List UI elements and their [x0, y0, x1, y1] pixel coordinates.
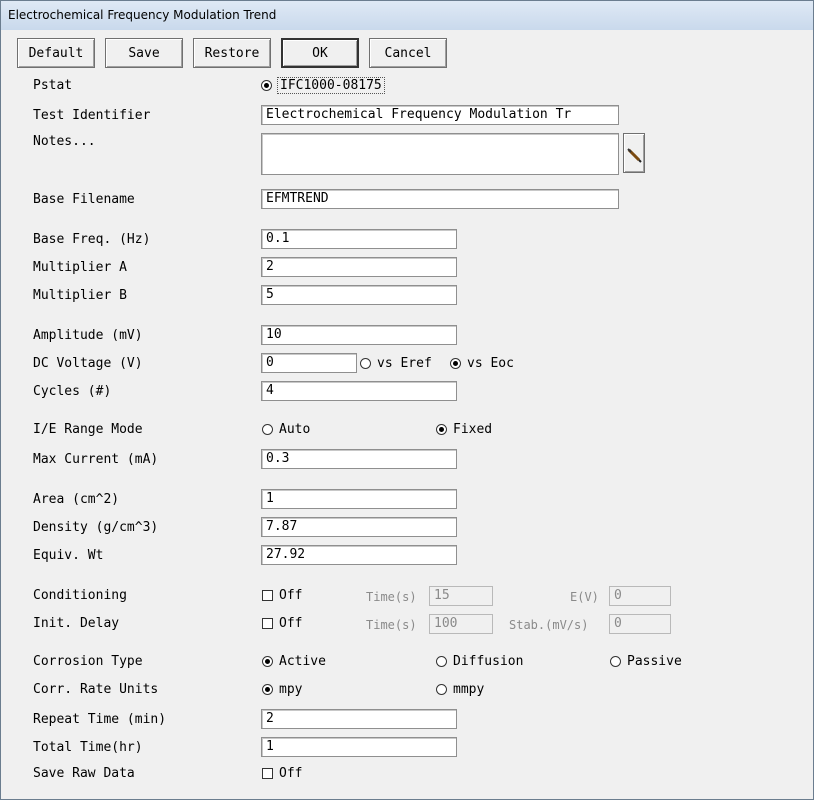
dialog-window: Electrochemical Frequency Modulation Tre… [0, 0, 814, 800]
fixed-label[interactable]: Fixed [453, 422, 492, 437]
base-freq-input[interactable]: 0.1 [261, 229, 457, 249]
dc-voltage-label: DC Voltage (V) [33, 356, 143, 371]
mpy-radio[interactable] [262, 684, 273, 695]
conditioning-e-input[interactable]: 0 [609, 586, 671, 606]
density-label: Density (g/cm^3) [33, 520, 159, 535]
multiplier-a-input[interactable]: 2 [261, 257, 457, 277]
total-time-label: Total Time(hr) [33, 740, 143, 755]
pstat-value[interactable]: IFC1000-08175 [277, 77, 385, 94]
amplitude-input[interactable]: 10 [261, 325, 457, 345]
vs-eoc-radio[interactable] [450, 358, 461, 369]
title-bar[interactable]: Electrochemical Frequency Modulation Tre… [1, 1, 813, 30]
init-delay-stab-input[interactable]: 0 [609, 614, 671, 634]
mpy-label[interactable]: mpy [279, 682, 302, 697]
conditioning-label: Conditioning [33, 588, 127, 603]
ok-button-label: OK [312, 45, 328, 61]
init-delay-checkbox[interactable] [262, 618, 273, 629]
init-delay-time-input[interactable]: 100 [429, 614, 493, 634]
multiplier-a-label: Multiplier A [33, 260, 127, 275]
conditioning-checkbox[interactable] [262, 590, 273, 601]
repeat-time-label: Repeat Time (min) [33, 712, 167, 727]
pstat-label: Pstat [33, 78, 73, 93]
init-delay-label: Init. Delay [33, 616, 120, 631]
base-filename-input[interactable]: EFMTREND [261, 189, 619, 209]
ok-button[interactable]: OK [281, 38, 359, 68]
active-radio[interactable] [262, 656, 273, 667]
save-raw-data-checkbox[interactable] [262, 768, 273, 779]
default-button-label: Default [28, 45, 84, 61]
pen-icon [627, 148, 642, 163]
auto-radio[interactable] [262, 424, 273, 435]
restore-button-label: Restore [204, 45, 260, 61]
init-delay-stab-label: Stab.(mV/s) [509, 618, 589, 632]
max-current-label: Max Current (mA) [33, 452, 159, 467]
base-filename-label: Base Filename [33, 192, 135, 207]
multiplier-b-label: Multiplier B [33, 288, 127, 303]
amplitude-label: Amplitude (mV) [33, 328, 143, 343]
default-button[interactable]: Default [17, 38, 95, 68]
dc-voltage-input[interactable]: 0 [261, 353, 357, 373]
vs-eoc-label[interactable]: vs Eoc [467, 356, 514, 371]
test-identifier-label: Test Identifier [33, 108, 151, 123]
save-button[interactable]: Save [105, 38, 183, 68]
corrosion-type-label: Corrosion Type [33, 654, 143, 669]
save-raw-data-label: Save Raw Data [33, 766, 135, 781]
diffusion-label[interactable]: Diffusion [453, 654, 523, 669]
notes-edit-button[interactable] [623, 133, 645, 173]
passive-label[interactable]: Passive [627, 654, 682, 669]
ie-range-mode-label: I/E Range Mode [33, 422, 143, 437]
cycles-label: Cycles (#) [33, 384, 112, 399]
init-delay-time-label: Time(s) [366, 618, 417, 632]
test-identifier-input[interactable]: Electrochemical Frequency Modulation Tr [261, 105, 619, 125]
active-label[interactable]: Active [279, 654, 326, 669]
init-delay-off-label[interactable]: Off [279, 616, 302, 631]
mmpy-radio[interactable] [436, 684, 447, 695]
max-current-input[interactable]: 0.3 [261, 449, 457, 469]
total-time-input[interactable]: 1 [261, 737, 457, 757]
pstat-radio[interactable] [261, 80, 272, 91]
area-input[interactable]: 1 [261, 489, 457, 509]
vs-eref-label[interactable]: vs Eref [377, 356, 432, 371]
save-raw-data-off-label[interactable]: Off [279, 766, 302, 781]
fixed-radio[interactable] [436, 424, 447, 435]
conditioning-e-label: E(V) [570, 590, 599, 604]
equiv-wt-input[interactable]: 27.92 [261, 545, 457, 565]
save-button-label: Save [128, 45, 160, 61]
cycles-input[interactable]: 4 [261, 381, 457, 401]
conditioning-time-input[interactable]: 15 [429, 586, 493, 606]
multiplier-b-input[interactable]: 5 [261, 285, 457, 305]
restore-button[interactable]: Restore [193, 38, 271, 68]
diffusion-radio[interactable] [436, 656, 447, 667]
corr-rate-units-label: Corr. Rate Units [33, 682, 159, 697]
base-freq-label: Base Freq. (Hz) [33, 232, 151, 247]
area-label: Area (cm^2) [33, 492, 120, 507]
mmpy-label[interactable]: mmpy [453, 682, 484, 697]
notes-input[interactable] [261, 133, 619, 175]
notes-label: Notes... [33, 134, 96, 149]
window-title: Electrochemical Frequency Modulation Tre… [8, 8, 277, 22]
passive-radio[interactable] [610, 656, 621, 667]
cancel-button-label: Cancel [384, 45, 432, 61]
vs-eref-radio[interactable] [360, 358, 371, 369]
density-input[interactable]: 7.87 [261, 517, 457, 537]
equiv-wt-label: Equiv. Wt [33, 548, 104, 563]
conditioning-time-label: Time(s) [366, 590, 417, 604]
auto-label[interactable]: Auto [279, 422, 310, 437]
repeat-time-input[interactable]: 2 [261, 709, 457, 729]
cancel-button[interactable]: Cancel [369, 38, 447, 68]
conditioning-off-label[interactable]: Off [279, 588, 302, 603]
